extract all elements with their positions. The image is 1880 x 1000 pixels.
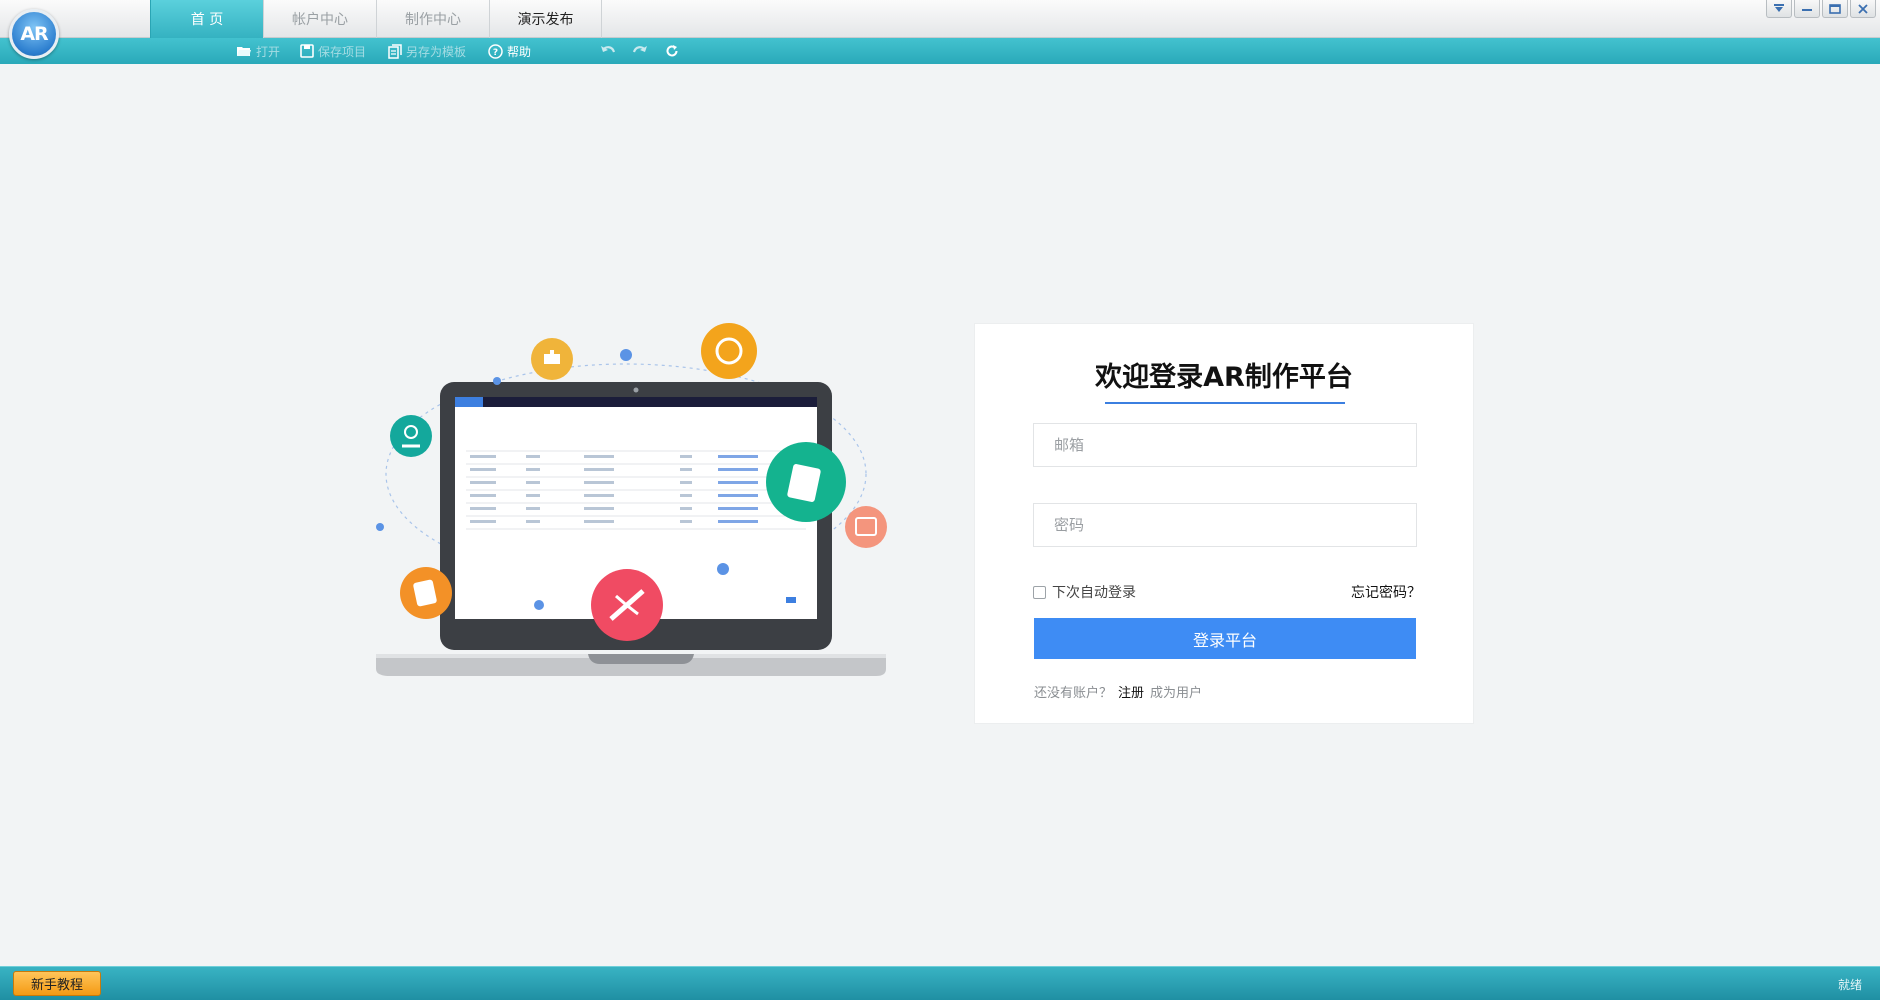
login-card: 欢迎登录AR制作平台 下次自动登录 忘记密码？ 登录平台 还没有账户？ 注册 成… <box>974 323 1474 724</box>
svg-text:?: ? <box>493 48 498 58</box>
laptop-illustration <box>376 323 887 676</box>
tab-home[interactable]: 首 页 <box>150 0 263 38</box>
undo-button[interactable] <box>600 42 616 60</box>
help-icon: ? <box>488 43 503 59</box>
email-field[interactable] <box>1033 423 1417 467</box>
register-link[interactable]: 注册 <box>1118 682 1144 701</box>
status-bar: 新手教程 就绪 <box>0 966 1880 1000</box>
title-bar: 首 页 帐户中心 制作中心 演示发布 <box>0 0 1880 38</box>
toolbar: 打开 保存项目 另存为模板 ? 帮助 <box>0 38 1880 64</box>
password-input[interactable] <box>1034 504 1416 546</box>
pin-icon[interactable] <box>1766 0 1792 18</box>
open-button[interactable]: 打开 <box>236 42 280 60</box>
main-area: 欢迎登录AR制作平台 下次自动登录 忘记密码？ 登录平台 还没有账户？ 注册 成… <box>1 64 1879 966</box>
refresh-button[interactable] <box>665 42 679 60</box>
auto-login-option[interactable]: 下次自动登录 <box>1033 582 1136 602</box>
tutorial-button[interactable]: 新手教程 <box>13 971 101 996</box>
maximize-icon[interactable] <box>1822 0 1848 18</box>
tab-demo-publish[interactable]: 演示发布 <box>489 0 602 38</box>
redo-button[interactable] <box>632 42 648 60</box>
close-icon[interactable] <box>1850 0 1876 18</box>
tab-account-center[interactable]: 帐户中心 <box>263 0 376 38</box>
title-underline <box>1105 402 1345 404</box>
save-icon <box>300 44 314 58</box>
undo-icon <box>601 46 616 53</box>
main-tabs: 首 页 帐户中心 制作中心 演示发布 <box>150 0 602 38</box>
password-field[interactable] <box>1033 503 1417 547</box>
save-project-button[interactable]: 保存项目 <box>300 42 366 60</box>
no-account-text: 还没有账户？ <box>1034 686 1113 701</box>
login-title: 欢迎登录AR制作平台 <box>1095 362 1353 393</box>
save-as-template-button[interactable]: 另存为模板 <box>388 42 466 60</box>
auto-login-checkbox[interactable] <box>1033 585 1046 599</box>
folder-icon <box>237 47 251 56</box>
tab-production-center[interactable]: 制作中心 <box>376 0 489 38</box>
window-controls <box>1766 0 1876 18</box>
status-text: 就绪 <box>1837 978 1862 992</box>
register-prompt: 还没有账户？ 注册 成为用户 <box>1034 682 1202 701</box>
become-user-text: 成为用户 <box>1150 686 1203 701</box>
refresh-icon <box>666 45 678 57</box>
login-button[interactable]: 登录平台 <box>1034 618 1416 659</box>
forgot-password-link[interactable]: 忘记密码？ <box>1351 582 1421 602</box>
help-button[interactable]: ? 帮助 <box>488 42 531 60</box>
email-input[interactable] <box>1034 424 1416 466</box>
app-logo: AR <box>9 9 59 59</box>
minimize-icon[interactable] <box>1794 0 1820 18</box>
auto-login-label: 下次自动登录 <box>1052 585 1136 601</box>
redo-icon <box>632 46 647 53</box>
copy-icon <box>388 43 402 59</box>
